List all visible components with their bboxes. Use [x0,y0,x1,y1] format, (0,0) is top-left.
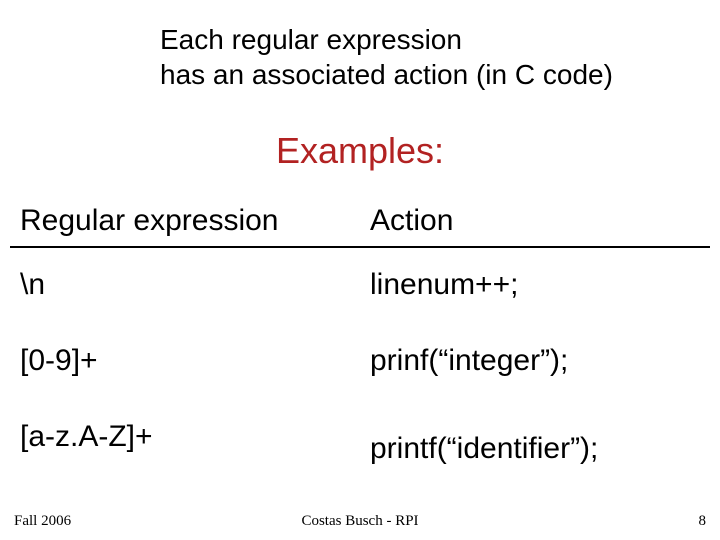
footer-center: Costas Busch - RPI [0,513,720,530]
row-2-regex: [0-9]+ [20,344,98,378]
column-header-regex: Regular expression [20,204,278,238]
footer-page-number: 8 [699,513,707,530]
examples-heading: Examples: [0,130,720,172]
row-1-regex: \n [20,268,45,302]
slide: Each regular expression has an associate… [0,0,720,540]
intro-line-2: has an associated action (in C code) [160,57,613,92]
row-3-regex: [a-z.A-Z]+ [20,420,153,454]
row-2-action: prinf(“integer”); [370,344,568,378]
column-header-action: Action [370,204,453,238]
intro-text: Each regular expression has an associate… [160,22,613,92]
table-divider [10,246,710,248]
intro-line-1: Each regular expression [160,22,613,57]
row-3-action: printf(“identifier”); [370,432,598,466]
row-1-action: linenum++; [370,268,518,302]
